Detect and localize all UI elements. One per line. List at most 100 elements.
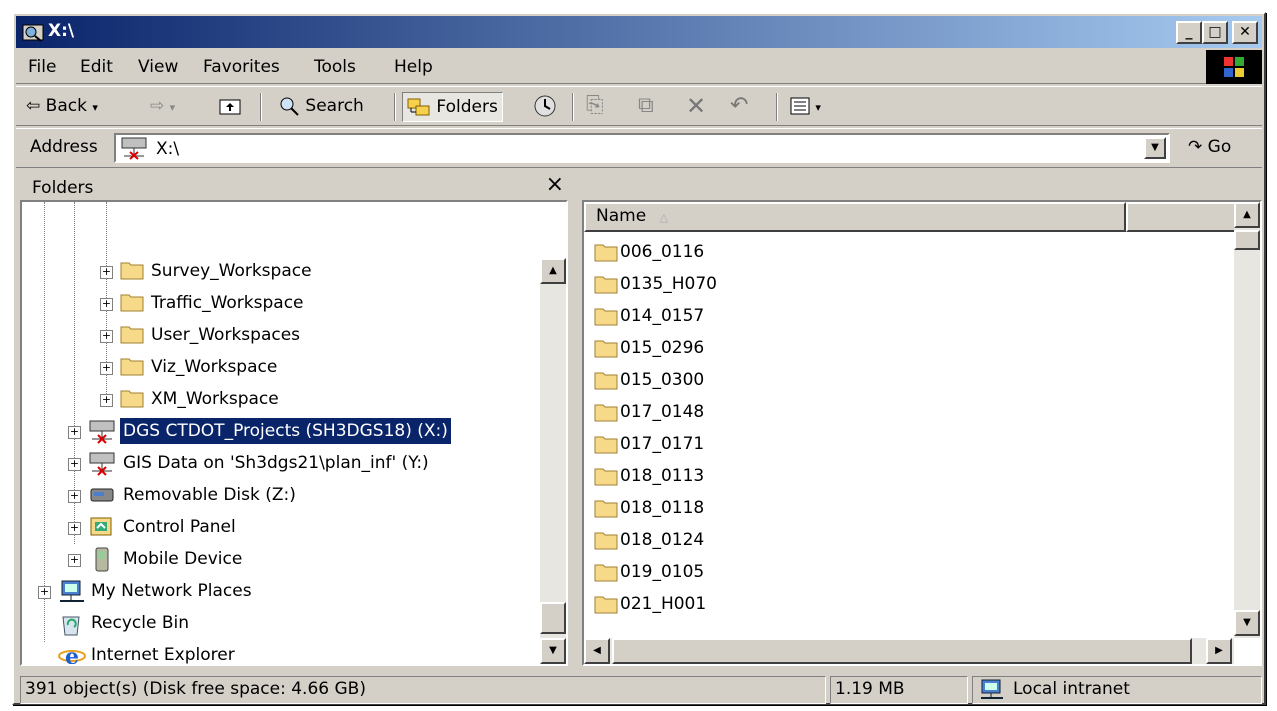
status-zone: Local intranet	[972, 676, 1262, 704]
expand-icon[interactable]: +	[100, 362, 113, 375]
tree-item[interactable]: + User_Workspaces	[22, 322, 542, 354]
folders-vertical-scrollbar[interactable]: ▲ ▼	[540, 258, 566, 664]
expand-icon[interactable]: +	[68, 554, 81, 567]
up-folder-icon	[219, 99, 241, 115]
folder-icon	[120, 326, 144, 344]
move-to-icon: ⎘	[586, 93, 604, 118]
chevron-down-icon: ▼	[1151, 142, 1159, 153]
scroll-thumb[interactable]	[540, 602, 566, 634]
expand-icon[interactable]: +	[38, 586, 51, 599]
tree-item-y-drive[interactable]: + GIS Data on 'Sh3dgs21\plan_inf' (Y:)	[22, 450, 542, 482]
toolbar-separator	[260, 93, 262, 121]
history-button[interactable]	[532, 92, 558, 122]
chevron-left-icon: ◀	[593, 645, 601, 656]
recycle-bin-icon	[62, 616, 80, 636]
address-input[interactable]: X:\ ▼	[114, 133, 1170, 163]
folder-icon	[594, 468, 618, 486]
move-to-button[interactable]: ⎘	[586, 92, 604, 122]
back-arrow-icon: ⇦	[26, 96, 41, 116]
maximize-button[interactable]: □	[1202, 21, 1228, 44]
folder-icon	[594, 244, 618, 262]
sort-ascending-icon: △	[659, 211, 669, 224]
toolbar-separator	[572, 93, 574, 121]
up-button[interactable]	[218, 92, 242, 122]
tree-item-recycle-bin[interactable]: Recycle Bin	[22, 610, 542, 642]
status-object-count: 391 object(s) (Disk free space: 4.66 GB)	[20, 676, 826, 704]
folder-icon	[594, 372, 618, 390]
expand-icon[interactable]: +	[68, 458, 81, 471]
scroll-down-button[interactable]: ▼	[540, 638, 566, 664]
forward-button[interactable]: ⇨ ▾	[150, 92, 175, 122]
menu-tools[interactable]: Tools	[314, 57, 356, 77]
title-bar[interactable]: X:\ _ □ ✕	[16, 16, 1262, 48]
copy-to-button[interactable]: ⧉	[638, 92, 654, 122]
list-horizontal-scrollbar[interactable]: ◀ ▶	[584, 638, 1234, 664]
folder-icon	[594, 436, 618, 454]
scroll-up-button[interactable]: ▲	[1234, 202, 1260, 228]
scroll-left-button[interactable]: ◀	[584, 638, 610, 664]
status-bar: 391 object(s) (Disk free space: 4.66 GB)…	[16, 674, 1262, 704]
folder-icon	[594, 340, 618, 358]
forward-arrow-icon: ⇨	[150, 96, 165, 116]
folders-button[interactable]: Folders	[402, 92, 503, 122]
tree-item-z-drive[interactable]: + Removable Disk (Z:)	[22, 482, 542, 514]
copy-to-icon: ⧉	[638, 93, 654, 118]
chevron-up-icon: ▲	[1243, 209, 1251, 220]
tree-item[interactable]: + XM_Workspace	[22, 386, 542, 418]
minimize-button[interactable]: _	[1176, 21, 1202, 44]
network-places-icon	[60, 580, 84, 602]
tree-item-mobile-device[interactable]: + Mobile Device	[22, 546, 542, 578]
column-header-blank[interactable]	[1126, 202, 1236, 232]
tree-item[interactable]: + Viz_Workspace	[22, 354, 542, 386]
tree-item-control-panel[interactable]: + Control Panel	[22, 514, 542, 546]
menu-view[interactable]: View	[138, 57, 178, 77]
menu-edit[interactable]: Edit	[80, 57, 113, 77]
address-label: Address	[30, 137, 98, 157]
back-button[interactable]: ⇦ Back ▾	[26, 92, 98, 122]
expand-icon[interactable]: +	[68, 522, 81, 535]
tree-item[interactable]: + Traffic_Workspace	[22, 290, 542, 322]
views-icon	[790, 97, 810, 115]
chevron-up-icon: ▲	[549, 265, 557, 276]
expand-icon[interactable]: +	[100, 266, 113, 279]
undo-button[interactable]: ↶	[730, 92, 748, 122]
expand-icon[interactable]: +	[100, 394, 113, 407]
tree-item[interactable]: + Survey_Workspace	[22, 258, 542, 290]
menu-file[interactable]: File	[28, 57, 56, 77]
scroll-down-button[interactable]: ▼	[1234, 610, 1260, 636]
expand-icon[interactable]: +	[68, 490, 81, 503]
list-vertical-scrollbar[interactable]: ▲ ▼	[1234, 202, 1260, 638]
expand-icon[interactable]: +	[100, 298, 113, 311]
close-button[interactable]: ✕	[1232, 21, 1258, 44]
address-dropdown-button[interactable]: ▼	[1144, 137, 1166, 159]
folder-icon	[120, 294, 144, 312]
tree-item-network-places[interactable]: + My Network Places	[22, 578, 542, 610]
expand-icon[interactable]: +	[100, 330, 113, 343]
menu-bar: File Edit View Favorites Tools Help	[16, 50, 1262, 84]
folders-tree: + Survey_Workspace + Traffic_Workspace +…	[20, 200, 568, 666]
scroll-up-button[interactable]: ▲	[540, 258, 566, 284]
tree-item-internet-explorer[interactable]: e Internet Explorer	[22, 642, 542, 664]
local-intranet-icon	[981, 679, 1003, 699]
scroll-thumb[interactable]	[612, 638, 1192, 664]
scroll-thumb[interactable]	[1234, 230, 1260, 250]
folder-icon	[120, 358, 144, 376]
search-button[interactable]: Search	[278, 92, 364, 122]
column-header-name[interactable]: Name △	[584, 202, 1126, 232]
close-folders-pane-button[interactable]: ×	[546, 172, 564, 197]
expand-icon[interactable]: +	[68, 426, 81, 439]
internet-explorer-icon: e	[58, 644, 86, 664]
menu-favorites[interactable]: Favorites	[203, 57, 280, 77]
scroll-right-button[interactable]: ▶	[1206, 638, 1232, 664]
folder-icon	[594, 564, 618, 582]
views-button[interactable]: ▾	[790, 92, 821, 122]
folder-icon	[594, 596, 618, 614]
menu-help[interactable]: Help	[394, 57, 433, 77]
go-button[interactable]: ↷ Go	[1188, 137, 1231, 157]
folder-icon	[594, 276, 618, 294]
chevron-down-icon: ▼	[549, 645, 557, 656]
network-drive-icon	[89, 452, 115, 476]
tree-item-x-drive[interactable]: + DGS CTDOT_Projects (SH3DGS18) (X:)	[22, 417, 542, 450]
folder-icon	[594, 500, 618, 518]
delete-button[interactable]: ✕	[686, 92, 706, 122]
